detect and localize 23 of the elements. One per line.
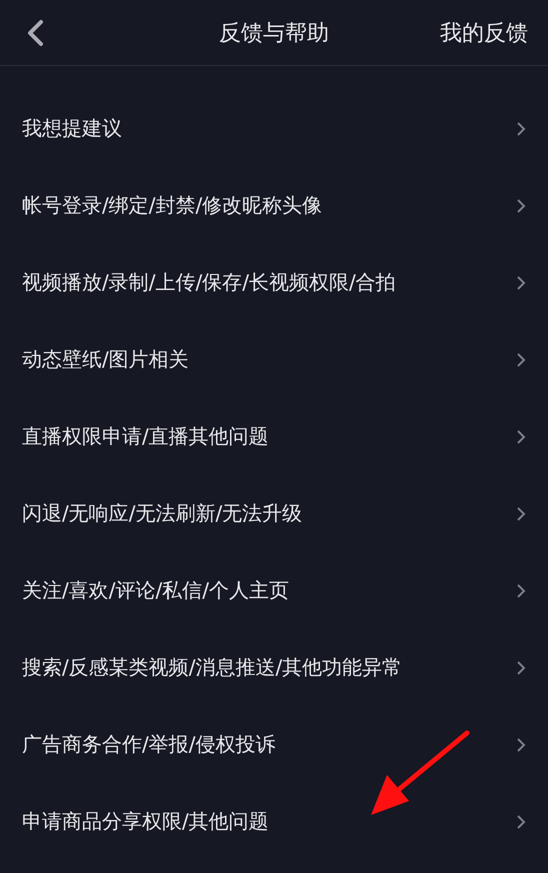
feedback-category-item[interactable]: 视频播放/录制/上传/保存/长视频权限/合拍 [0, 244, 548, 321]
feedback-category-item[interactable]: 帐号登录/绑定/封禁/修改昵称头像 [0, 167, 548, 244]
feedback-category-item[interactable]: 广告商务合作/举报/侵权投诉 [0, 706, 548, 783]
feedback-category-item[interactable]: 搜索/反感某类视频/消息推送/其他功能异常 [0, 629, 548, 706]
chevron-icon [516, 198, 526, 214]
chevron-icon [516, 274, 526, 290]
chevron-icon [516, 428, 526, 444]
chevron-icon [516, 506, 526, 522]
back-icon[interactable] [26, 18, 44, 46]
feedback-category-item[interactable]: 我想提建议 [0, 90, 548, 167]
chevron-icon [516, 736, 526, 752]
feedback-category-item[interactable]: 直播权限申请/直播其他问题 [0, 398, 548, 475]
chevron-icon [516, 582, 526, 598]
feedback-category-item[interactable]: 关注/喜欢/评论/私信/个人主页 [0, 552, 548, 629]
chevron-icon [516, 352, 526, 368]
my-feedback-link[interactable]: 我的反馈 [440, 18, 528, 48]
feedback-category-item[interactable]: 动态壁纸/图片相关 [0, 321, 548, 398]
chevron-icon [516, 660, 526, 676]
page-title: 反馈与帮助 [219, 20, 329, 48]
chevron-icon [516, 120, 526, 136]
feedback-category-item[interactable]: 申请商品分享权限/其他问题 [0, 783, 548, 860]
feedback-category-item[interactable]: 闪退/无响应/无法刷新/无法升级 [0, 475, 548, 552]
chevron-icon [516, 814, 526, 830]
